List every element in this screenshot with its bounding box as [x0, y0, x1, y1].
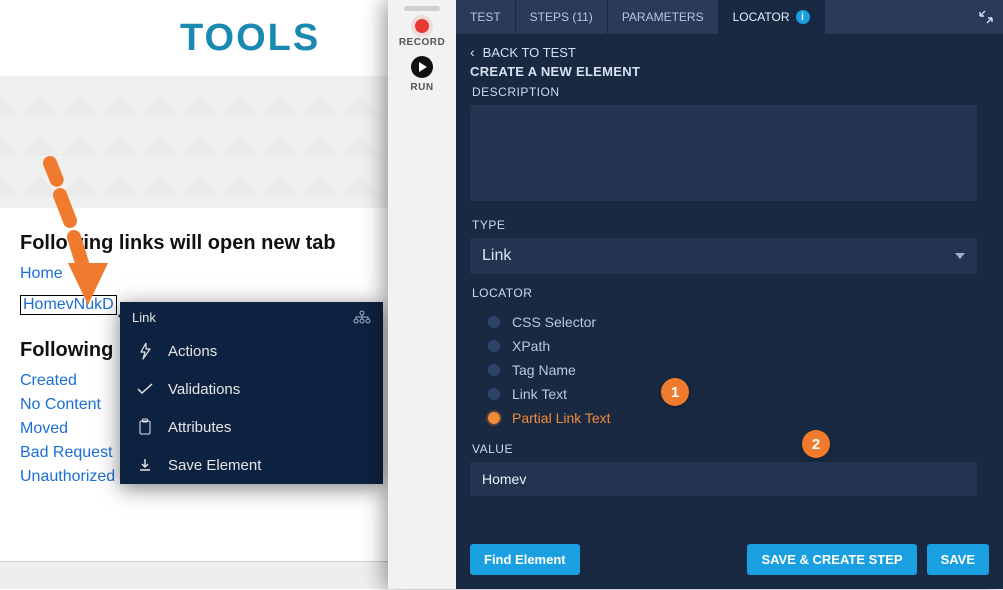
save-create-step-button[interactable]: SAVE & CREATE STEP: [747, 544, 916, 575]
value-label: VALUE: [472, 442, 977, 456]
record-button[interactable]: RECORD: [399, 19, 445, 48]
minimize-icon: [979, 10, 993, 24]
ctx-label: Attributes: [168, 419, 231, 436]
type-select[interactable]: Link: [470, 238, 977, 274]
chevron-left-icon: ‹: [470, 44, 475, 60]
drag-handle[interactable]: [404, 6, 440, 11]
context-menu-title: Link: [132, 310, 156, 325]
button-bar: Find Element SAVE & CREATE STEP SAVE: [456, 530, 1003, 589]
tab-locator[interactable]: LOCATOR i: [719, 0, 825, 34]
play-icon: [411, 56, 433, 78]
ctx-label: Save Element: [168, 457, 261, 474]
ctx-label: Actions: [168, 343, 217, 360]
locator-tagname[interactable]: Tag Name: [488, 358, 977, 382]
callout-1: 1: [661, 378, 689, 406]
ctx-save-element[interactable]: Save Element: [120, 446, 383, 484]
ctx-label: Validations: [168, 381, 240, 398]
action-rail: RECORD RUN: [388, 0, 456, 589]
locator-css[interactable]: CSS Selector: [488, 310, 977, 334]
tab-test[interactable]: TEST: [456, 0, 516, 34]
clipboard-icon: [136, 418, 154, 436]
recorder-panel: RECORD RUN TEST STEPS (11) PARAMETERS LO…: [388, 0, 1003, 589]
info-icon: i: [796, 10, 810, 24]
hierarchy-icon[interactable]: [353, 310, 371, 324]
run-button[interactable]: RUN: [410, 56, 433, 93]
ctx-attributes[interactable]: Attributes: [120, 408, 383, 446]
site-logo: TOOLS: [180, 17, 320, 60]
locator-linktext[interactable]: Link Text: [488, 382, 977, 406]
element-context-menu: Link Actions Validations Attributes Save…: [120, 302, 383, 484]
form-title: CREATE A NEW ELEMENT: [456, 64, 1003, 85]
callout-2: 2: [802, 430, 830, 458]
description-label: DESCRIPTION: [472, 85, 977, 99]
description-input[interactable]: [470, 105, 977, 201]
collapse-button[interactable]: [969, 0, 1003, 34]
record-icon: [415, 19, 429, 33]
type-value: Link: [482, 247, 511, 265]
form-body: DESCRIPTION TYPE Link LOCATOR CSS Select…: [456, 85, 1003, 530]
link-home-dynamic[interactable]: HomevNukD: [20, 295, 117, 315]
tab-parameters[interactable]: PARAMETERS: [608, 0, 719, 34]
locator-options: CSS Selector XPath Tag Name Link Text Pa…: [470, 306, 977, 430]
chevron-down-icon: [955, 253, 965, 259]
bolt-icon: [136, 342, 154, 360]
ctx-actions[interactable]: Actions: [120, 332, 383, 370]
type-label: TYPE: [472, 218, 977, 232]
back-to-test[interactable]: ‹ BACK TO TEST: [456, 34, 1003, 64]
save-button[interactable]: SAVE: [927, 544, 989, 575]
find-element-button[interactable]: Find Element: [470, 544, 580, 575]
context-menu-header: Link: [120, 302, 383, 332]
locator-partial-linktext[interactable]: Partial Link Text: [488, 406, 977, 430]
ctx-validations[interactable]: Validations: [120, 370, 383, 408]
panel-tabs: TEST STEPS (11) PARAMETERS LOCATOR i: [456, 0, 1003, 34]
locator-xpath[interactable]: XPath: [488, 334, 977, 358]
download-icon: [136, 456, 154, 474]
check-icon: [136, 380, 154, 398]
tab-steps[interactable]: STEPS (11): [516, 0, 608, 34]
panel-main: TEST STEPS (11) PARAMETERS LOCATOR i ‹ B…: [456, 0, 1003, 589]
value-input[interactable]: [470, 462, 977, 496]
locator-label: LOCATOR: [472, 286, 977, 300]
